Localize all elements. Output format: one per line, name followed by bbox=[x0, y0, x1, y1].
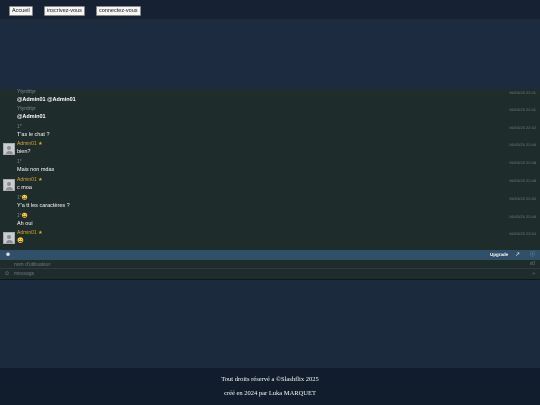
top-navigation-bar: Accueil inscrivez-vous connectez-vous bbox=[0, 0, 540, 19]
avatar[interactable] bbox=[3, 179, 15, 191]
username-input[interactable] bbox=[14, 260, 514, 269]
content-area bbox=[0, 280, 540, 368]
chat-toolbar: ☻ Upgrade ↗ ⓘ bbox=[0, 250, 540, 260]
message-text: Ah oui bbox=[17, 221, 33, 227]
footer-credit: créé en 2024 par Luka MARQUET bbox=[224, 390, 316, 397]
message-author[interactable]: Admin01 ★ bbox=[17, 177, 43, 184]
emoji-icon[interactable]: ☺ bbox=[4, 270, 10, 278]
chat-message-list[interactable]: Ytyrdrtyr @Admin01 @Admin01 06/03/25 22:41… bbox=[0, 89, 540, 249]
footer: Tout droits réservé a ©Slashflix 2025 cr… bbox=[0, 368, 540, 405]
message-timestamp: 06/03/25 22:46 bbox=[509, 142, 536, 147]
message-text: @Admin01 @Admin01 bbox=[17, 97, 76, 103]
message-timestamp: 06/03/25 22:41 bbox=[509, 107, 536, 112]
upgrade-link[interactable]: Upgrade bbox=[490, 251, 508, 259]
message-author[interactable]: 1* bbox=[17, 124, 22, 131]
chat-message: Admin01 ★ 😀 06/03/25 22:54 bbox=[0, 230, 540, 247]
register-button[interactable]: inscrivez-vous bbox=[44, 6, 85, 16]
message-author[interactable]: Ytyrdrtyr bbox=[17, 89, 36, 96]
message-timestamp: 06/03/25 22:48 bbox=[509, 178, 536, 183]
info-icon[interactable]: ⓘ bbox=[529, 251, 536, 259]
chat-widget: Ytyrdrtyr @Admin01 @Admin01 06/03/25 22:41… bbox=[0, 89, 540, 279]
message-text: T'as le chat ? bbox=[17, 132, 50, 138]
message-author[interactable]: Ytyrdrtyr bbox=[17, 106, 36, 113]
message-text: bien? bbox=[17, 149, 31, 155]
chat-message: 1*😀 Y'a tt les caractères ? 06/03/25 22:50 bbox=[0, 195, 540, 212]
username-row: x0 bbox=[0, 260, 540, 269]
message-timestamp: 06/03/25 22:48 bbox=[509, 214, 536, 219]
home-button[interactable]: Accueil bbox=[9, 6, 33, 16]
message-text: Y'a tt les caractères ? bbox=[17, 203, 70, 209]
avatar[interactable] bbox=[3, 143, 15, 155]
star-icon: ★ bbox=[36, 230, 43, 236]
avatar[interactable] bbox=[3, 232, 15, 244]
external-link-icon[interactable]: ↗ bbox=[514, 251, 521, 259]
message-timestamp: 06/03/25 22:54 bbox=[509, 231, 536, 236]
chat-message: Ytyrdrtyr @Admin01 @Admin01 06/03/25 22:41 bbox=[0, 89, 540, 106]
chat-message: 1* T'as le chat ? 06/03/25 22:42 bbox=[0, 124, 540, 141]
send-arrow-icon[interactable]: » bbox=[532, 269, 535, 279]
user-icon[interactable]: ☻ bbox=[4, 251, 12, 259]
star-icon: ★ bbox=[36, 141, 43, 147]
message-timestamp: 06/03/25 22:50 bbox=[509, 196, 536, 201]
message-author[interactable]: 1*😀 bbox=[17, 195, 28, 202]
chat-message: Admin01 ★ bien? 06/03/25 22:46 bbox=[0, 141, 540, 158]
message-timestamp: 06/03/25 22:41 bbox=[509, 90, 536, 95]
message-text: Mais non mdas bbox=[17, 167, 55, 173]
chat-message: Admin01 ★ c moa 06/03/25 22:48 bbox=[0, 177, 540, 194]
message-text: c moa bbox=[17, 185, 32, 191]
login-button[interactable]: connectez-vous bbox=[96, 6, 141, 16]
message-text: @Admin01 bbox=[17, 114, 46, 120]
message-author[interactable]: Admin01 ★ bbox=[17, 141, 43, 148]
message-input[interactable] bbox=[14, 269, 514, 279]
message-author[interactable]: Admin01 ★ bbox=[17, 230, 43, 237]
message-row: ☺ » bbox=[0, 269, 540, 279]
message-text: 😀 bbox=[17, 238, 24, 244]
chat-message: 1*😀 Ah oui 06/03/25 22:48 bbox=[0, 213, 540, 230]
footer-copyright: Tout droits réservé a ©Slashflix 2025 bbox=[221, 376, 319, 383]
message-author[interactable]: 1* bbox=[17, 159, 22, 166]
chat-message: 1* Mais non mdas 06/03/25 22:48 bbox=[0, 159, 540, 176]
header-banner bbox=[0, 19, 540, 89]
message-timestamp: 06/03/25 22:48 bbox=[509, 160, 536, 165]
message-timestamp: 06/03/25 22:42 bbox=[509, 125, 536, 130]
star-icon: ★ bbox=[36, 177, 43, 183]
chat-message: Ytyrdrtyr @Admin01 06/03/25 22:41 bbox=[0, 106, 540, 123]
username-clear[interactable]: x0 bbox=[530, 260, 535, 269]
message-author[interactable]: 1*😀 bbox=[17, 213, 28, 220]
